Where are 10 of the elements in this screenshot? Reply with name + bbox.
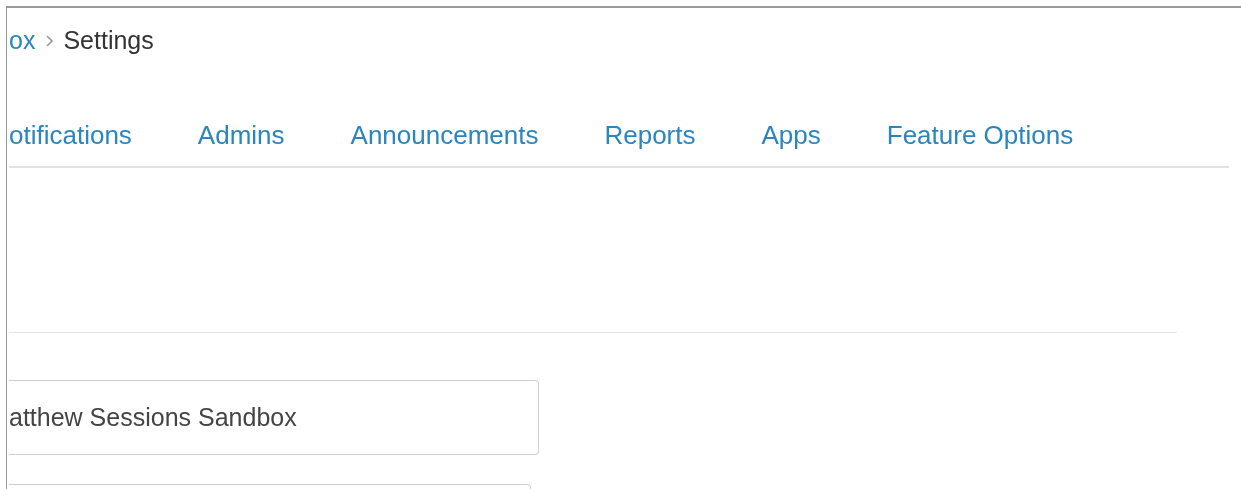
tab[interactable]: Apps [761,104,821,155]
input-field[interactable]: atthew Sessions Sandbox [9,380,539,455]
tab[interactable]: otifications [9,104,132,155]
breadcrumb-current: Settings [63,25,154,57]
tab[interactable]: Feature Options [886,104,1074,155]
tab[interactable]: Admins [197,104,285,155]
chevron-icon [45,35,54,47]
tab[interactable]: Reports [604,104,696,155]
breadcrumb-link[interactable]: ox [9,22,36,60]
tab[interactable]: Announcements [350,104,539,155]
